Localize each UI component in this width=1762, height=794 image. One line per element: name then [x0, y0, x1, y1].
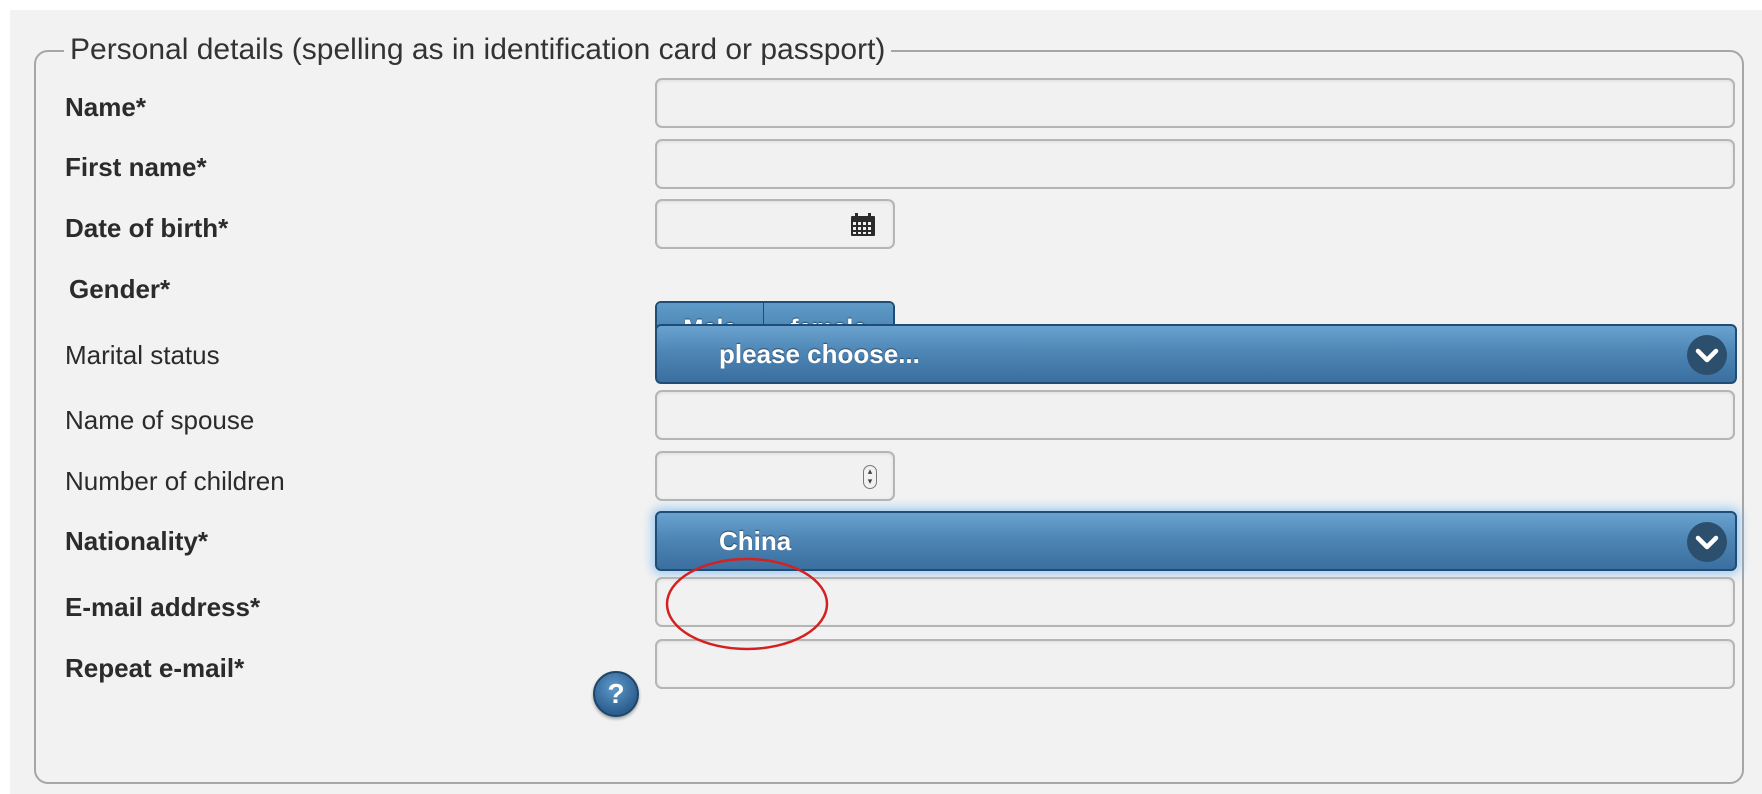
- number-of-children-input[interactable]: ▴ ▾: [655, 451, 895, 501]
- first-name-label: First name*: [65, 152, 207, 182]
- date-of-birth-label: Date of birth*: [65, 213, 229, 243]
- calendar-icon[interactable]: [850, 213, 876, 237]
- nationality-value: China: [719, 526, 792, 556]
- name-label: Name*: [65, 92, 146, 122]
- marital-status-select[interactable]: please choose...: [655, 324, 1737, 384]
- nationality-label: Nationality*: [65, 526, 209, 556]
- gender-label: Gender*: [69, 274, 171, 304]
- spinner-icon[interactable]: ▴ ▾: [863, 465, 877, 489]
- email-input[interactable]: [655, 577, 1735, 627]
- chevron-down-icon: [1687, 335, 1727, 375]
- first-name-input[interactable]: [655, 139, 1735, 189]
- help-icon[interactable]: ?: [593, 671, 639, 717]
- section-legend: Personal details (spelling as in identif…: [64, 32, 892, 68]
- nationality-select[interactable]: China: [655, 511, 1737, 571]
- form-canvas: Personal details (spelling as in identif…: [10, 10, 1762, 794]
- repeat-email-input[interactable]: [655, 639, 1735, 689]
- repeat-email-label: Repeat e-mail*: [65, 653, 245, 683]
- name-of-spouse-label: Name of spouse: [65, 405, 255, 435]
- chevron-down-icon: [1687, 522, 1727, 562]
- number-of-children-label: Number of children: [65, 466, 285, 496]
- name-input[interactable]: [655, 78, 1735, 128]
- date-of-birth-input[interactable]: [655, 199, 895, 249]
- marital-status-value: please choose...: [719, 339, 920, 369]
- email-label: E-mail address*: [65, 592, 261, 622]
- marital-status-label: Marital status: [65, 340, 220, 370]
- name-of-spouse-input[interactable]: [655, 390, 1735, 440]
